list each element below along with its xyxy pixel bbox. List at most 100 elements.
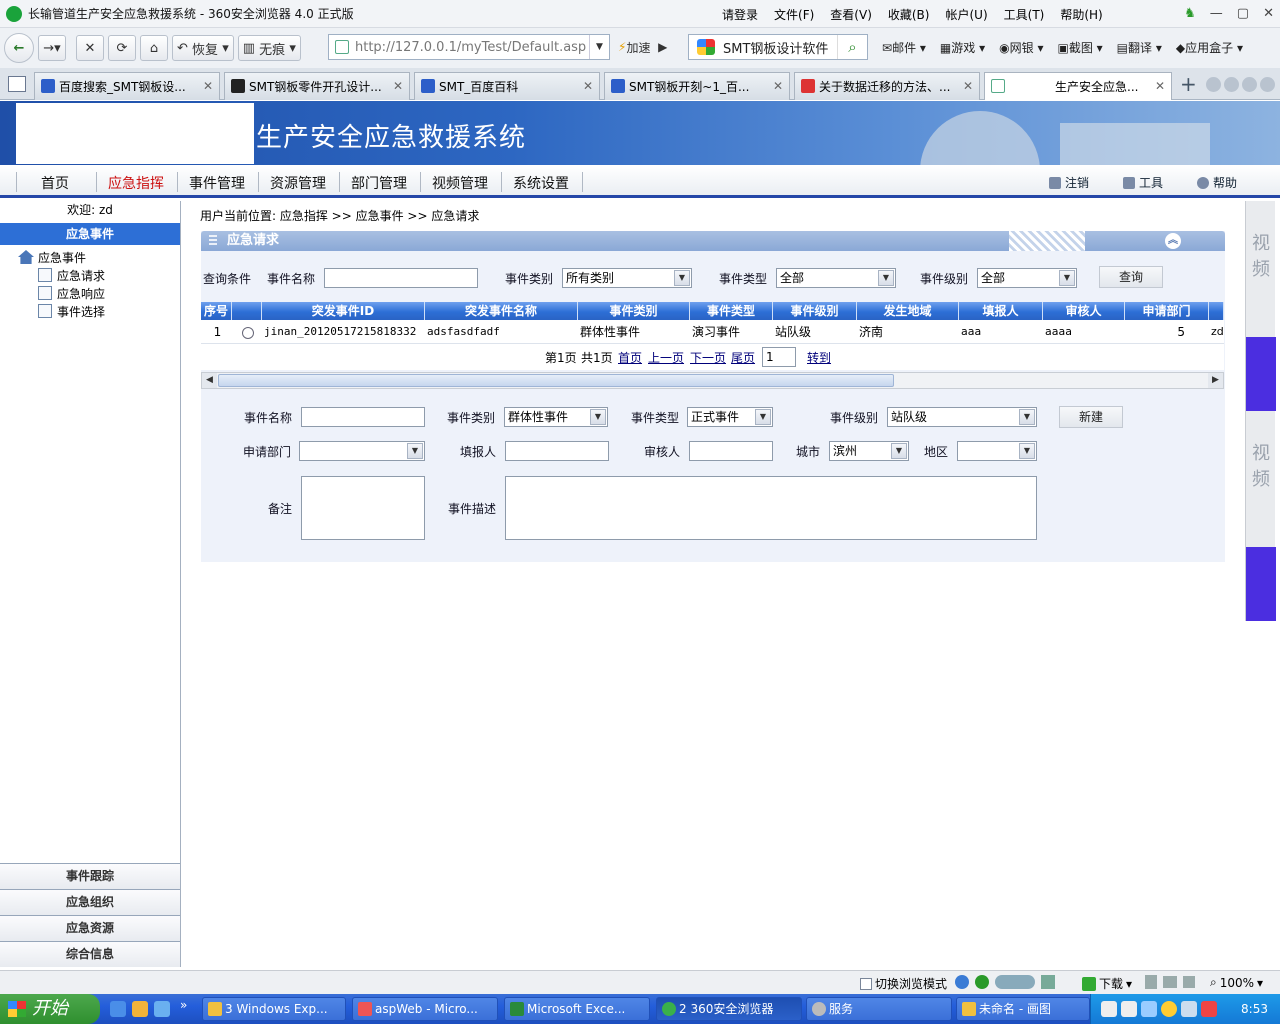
logout-link[interactable]: 注销 xyxy=(1049,174,1089,191)
nav-home[interactable]: 首页 xyxy=(41,173,69,193)
qq-icon[interactable] xyxy=(1161,1001,1177,1017)
form-reporter-input[interactable] xyxy=(505,441,609,461)
scroll-thumb[interactable] xyxy=(218,374,894,387)
toggle-icon[interactable] xyxy=(995,975,1035,989)
tab-close-icon[interactable]: ✕ xyxy=(773,79,783,93)
row-radio[interactable] xyxy=(232,320,262,343)
sidebar-general-info[interactable]: 综合信息 xyxy=(0,941,180,967)
shield-icon[interactable] xyxy=(975,975,989,989)
printer-icon[interactable] xyxy=(1163,976,1177,988)
menu-tools[interactable]: 工具(T) xyxy=(1004,6,1045,23)
video-label-2[interactable]: 视频 xyxy=(1246,441,1276,493)
tool-mail[interactable]: ✉邮件 ▾ xyxy=(882,39,926,56)
status-icons[interactable] xyxy=(955,975,1055,989)
maximize-icon[interactable]: ▢ xyxy=(1237,6,1249,21)
menu-login[interactable]: 请登录 xyxy=(722,6,758,23)
tree-root[interactable]: 应急事件 xyxy=(0,248,180,266)
sidebar-emergency-resources[interactable]: 应急资源 xyxy=(0,915,180,941)
globe-icon[interactable] xyxy=(955,975,969,989)
tab-close-icon[interactable]: ✕ xyxy=(1155,79,1165,93)
address-dropdown-icon[interactable]: ▼ xyxy=(589,35,609,59)
sidebar-header[interactable]: 应急事件 xyxy=(0,223,180,245)
menu-help[interactable]: 帮助(H) xyxy=(1060,6,1102,23)
sidebar-emergency-org[interactable]: 应急组织 xyxy=(0,889,180,915)
horizontal-scrollbar[interactable]: ◀ ▶ xyxy=(201,372,1224,389)
grid-icon[interactable] xyxy=(1041,975,1055,989)
volume-icon[interactable] xyxy=(1181,1001,1197,1017)
radio-button[interactable] xyxy=(242,326,254,339)
tab-close-icon[interactable]: ✕ xyxy=(963,79,973,93)
address-bar[interactable]: http://127.0.0.1/myTest/Default.asp ▼ xyxy=(328,34,610,60)
pager-go-link[interactable]: 转到 xyxy=(807,351,831,365)
quicklaunch-more-icon[interactable]: » xyxy=(180,998,187,1012)
stop-button[interactable]: ✕ xyxy=(76,35,104,61)
form-dept-select[interactable]: ▼ xyxy=(299,441,425,461)
form-desc-textarea[interactable] xyxy=(505,476,1037,540)
tab-close-icon[interactable]: ✕ xyxy=(583,79,593,93)
tab-smt-design[interactable]: SMT钢板零件开孔设计... ✕ xyxy=(224,72,410,100)
taskbar-item-aspweb[interactable]: aspWeb - Micro... xyxy=(352,997,498,1021)
menu-account[interactable]: 帐户(U) xyxy=(945,6,987,23)
start-button[interactable]: 开始 xyxy=(0,994,100,1024)
collapse-icon[interactable]: ︽ xyxy=(1165,233,1181,249)
tree-item-select[interactable]: 事件选择 xyxy=(0,302,180,320)
pager-next-link[interactable]: 下一页 xyxy=(690,351,726,365)
taskbar-item-services[interactable]: 服务 xyxy=(806,997,952,1021)
trash-icon[interactable] xyxy=(1145,975,1157,989)
tab-baike[interactable]: SMT_百度百科 ✕ xyxy=(414,72,600,100)
taskbar-item-paint[interactable]: 未命名 - 画图 xyxy=(956,997,1090,1021)
antivirus-icon[interactable] xyxy=(1201,1001,1217,1017)
speed-button[interactable]: ⚡ 加速 ▶ xyxy=(614,34,671,60)
taskbar-item-explorer[interactable]: 3 Windows Exp... xyxy=(202,997,346,1021)
pager-page-input[interactable] xyxy=(762,347,796,367)
refresh-button[interactable]: ⟳ xyxy=(108,35,136,61)
form-name-input[interactable] xyxy=(301,407,425,427)
form-level-select[interactable]: 站队级 ▼ xyxy=(887,407,1037,427)
tab-emergency-system[interactable]: 生产安全应急... ✕ xyxy=(984,72,1172,100)
tool-screenshot[interactable]: ▣截图 ▾ xyxy=(1057,39,1102,56)
minimize-icon[interactable]: — xyxy=(1210,6,1223,21)
scroll-right-icon[interactable]: ▶ xyxy=(1208,373,1223,388)
back-button[interactable]: ← xyxy=(4,33,34,63)
sidebar-event-tracking[interactable]: 事件跟踪 xyxy=(0,863,180,889)
shirt-icon[interactable]: ♞ xyxy=(1184,6,1196,21)
tools-link[interactable]: 工具 xyxy=(1123,174,1163,191)
form-remark-textarea[interactable] xyxy=(301,476,425,540)
nav-emergency-command[interactable]: 应急指挥 xyxy=(108,173,164,193)
zoom-control[interactable]: ⌕ 100% ▾ xyxy=(1210,975,1263,990)
tab-baidu-search[interactable]: 百度搜索_SMT钢板设... ✕ xyxy=(34,72,220,100)
forward-button[interactable]: →▾ xyxy=(38,35,66,61)
menu-file[interactable]: 文件(F) xyxy=(774,6,814,23)
nav-resource-management[interactable]: 资源管理 xyxy=(270,173,326,193)
quicklaunch-ie-icon[interactable] xyxy=(110,1001,126,1017)
menu-view[interactable]: 查看(V) xyxy=(830,6,872,23)
taskbar-item-excel[interactable]: Microsoft Exce... xyxy=(504,997,650,1021)
tool-translate[interactable]: ▤翻译 ▾ xyxy=(1117,39,1162,56)
nav-event-management[interactable]: 事件管理 xyxy=(189,173,245,193)
pager-last-link[interactable]: 尾页 xyxy=(731,351,755,365)
close-icon[interactable]: ✕ xyxy=(1263,6,1274,21)
query-category-select[interactable]: 所有类别 ▼ xyxy=(562,268,692,288)
help-link[interactable]: 帮助 xyxy=(1197,174,1237,191)
form-category-select[interactable]: 群体性事件 ▼ xyxy=(504,407,608,427)
speaker-icon[interactable] xyxy=(1183,976,1195,988)
tab-data-migration[interactable]: 关于数据迁移的方法、... ✕ xyxy=(794,72,980,100)
download-button[interactable]: 下载 ▾ xyxy=(1082,975,1132,992)
search-button[interactable]: 查询 xyxy=(1099,266,1163,288)
tree-item-request[interactable]: 应急请求 xyxy=(0,266,180,284)
menu-favorites[interactable]: 收藏(B) xyxy=(888,6,930,23)
search-input[interactable]: SMT钢板设计软件 ⌕ xyxy=(688,34,868,60)
tab-close-icon[interactable]: ✕ xyxy=(393,79,403,93)
tree-item-response[interactable]: 应急响应 xyxy=(0,284,180,302)
tool-games[interactable]: ▦游戏 ▾ xyxy=(940,39,985,56)
home-button[interactable]: ⌂ xyxy=(140,35,168,61)
video-panel-1[interactable] xyxy=(1246,337,1276,411)
scroll-left-icon[interactable]: ◀ xyxy=(202,373,217,388)
taskbar-item-360browser[interactable]: 2 360安全浏览器 xyxy=(656,997,802,1021)
switch-mode-button[interactable]: 切换浏览模式 xyxy=(860,975,947,992)
video-label-1[interactable]: 视频 xyxy=(1246,231,1276,283)
nav-system-settings[interactable]: 系统设置 xyxy=(513,173,569,193)
tray-icon[interactable] xyxy=(1101,1001,1117,1017)
form-type-select[interactable]: 正式事件 ▼ xyxy=(687,407,773,427)
form-city-select[interactable]: 滨州 ▼ xyxy=(829,441,909,461)
